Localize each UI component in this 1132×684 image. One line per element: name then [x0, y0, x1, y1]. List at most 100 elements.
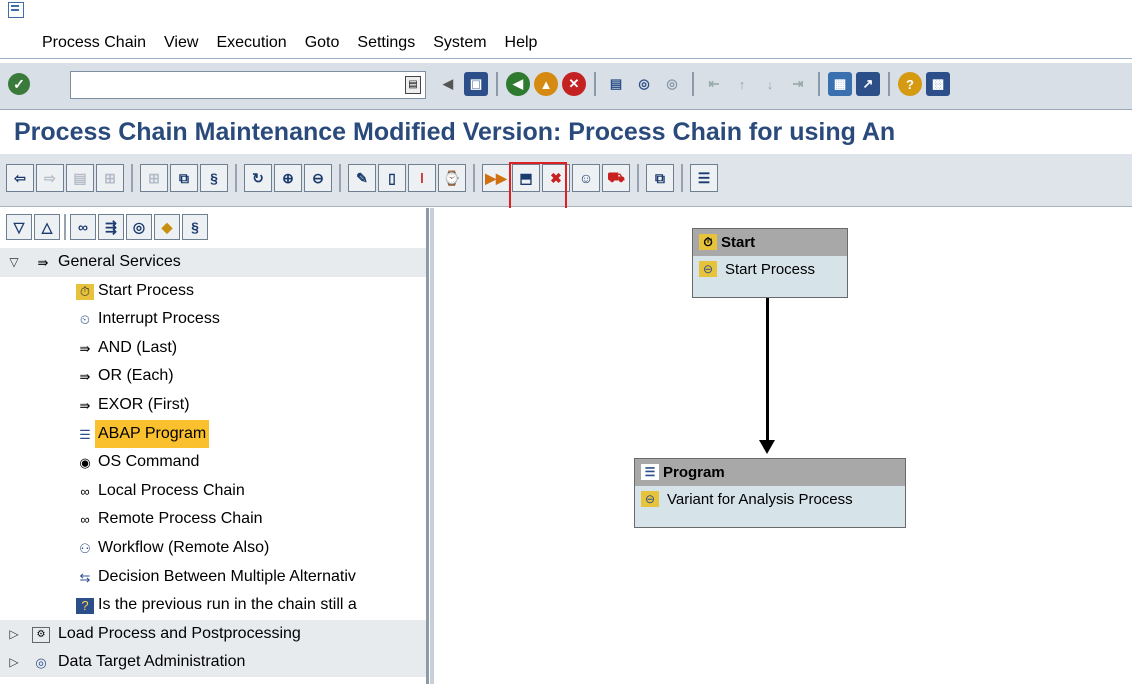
expanded-icon[interactable]: ▽	[8, 248, 20, 277]
collapsed-icon[interactable]: ▷	[8, 620, 20, 649]
tree-item[interactable]: ⇛ OR (Each)	[0, 362, 426, 391]
menu-help[interactable]: Help	[505, 34, 538, 52]
expand-all-icon[interactable]: ▽	[6, 214, 32, 240]
user-icon[interactable]: ☺	[572, 164, 600, 192]
abap-program-icon: ☰	[79, 426, 91, 442]
display-icon[interactable]: ▤	[66, 164, 94, 192]
divider	[0, 58, 1132, 59]
start-node[interactable]: ⏱ Start ⊖ Start Process	[692, 228, 848, 298]
help-icon[interactable]: ?	[898, 72, 922, 96]
last-page-icon[interactable]: ⇥	[786, 72, 810, 96]
start-process-icon: ⏱	[76, 283, 94, 300]
menu-execution[interactable]: Execution	[216, 34, 286, 52]
process-type-tree-pane: ▽ △ ∞ ⇶ ◎ ◆ § ▽ ⇛ General Services ⏱ Sta…	[0, 208, 429, 684]
transport-icon[interactable]: ⛟	[602, 164, 630, 192]
menu-process-chain[interactable]: Process Chain	[42, 34, 146, 52]
workflow-icon: ⚇	[79, 540, 91, 556]
tree-item[interactable]: ∞ Local Process Chain	[0, 477, 426, 506]
separator	[339, 164, 341, 192]
log-icon[interactable]: §	[182, 214, 208, 240]
separator	[473, 164, 475, 192]
next-page-icon[interactable]: ↓	[758, 72, 782, 96]
separator	[235, 164, 237, 192]
program-node[interactable]: ☰ Program ⊖ Variant for Analysis Process	[634, 458, 906, 528]
menu-system[interactable]: System	[433, 34, 486, 52]
infopackage-icon[interactable]: ◆	[154, 214, 180, 240]
tree-group-data-target[interactable]: ▷ ◎ Data Target Administration	[0, 648, 426, 677]
previous-page-icon[interactable]: ↑	[730, 72, 754, 96]
layout-menu-icon[interactable]: ▩	[926, 72, 950, 96]
command-field[interactable]: ▤	[70, 71, 426, 99]
abap-program-icon: ☰	[641, 464, 659, 480]
variant-icon: ⊖	[699, 261, 717, 277]
activate-icon[interactable]: ǀ	[408, 164, 436, 192]
title-bar: Process Chain Maintenance Modified Versi…	[0, 110, 1132, 152]
tree-item[interactable]: ⏲ Interrupt Process	[0, 305, 426, 334]
connector-arrowhead	[759, 440, 775, 454]
tree-group-general-services[interactable]: ▽ ⇛ General Services	[0, 248, 426, 277]
cancel-icon[interactable]: ✕	[562, 72, 586, 96]
new-session-icon[interactable]: ▦	[828, 72, 852, 96]
separator	[496, 72, 498, 96]
menu-view[interactable]: View	[164, 34, 198, 52]
forward-arrow-icon[interactable]: ⇨	[36, 164, 64, 192]
tree-item[interactable]: ⏱ Start Process	[0, 277, 426, 306]
check-icon[interactable]: ✎	[348, 164, 376, 192]
local-chain-icon: ∞	[80, 483, 90, 499]
chain-icon[interactable]: ∞	[70, 214, 96, 240]
exit-icon[interactable]: ▲	[534, 72, 558, 96]
menu-settings[interactable]: Settings	[357, 34, 415, 52]
tree-item[interactable]: ⇆ Decision Between Multiple Alternativ	[0, 563, 426, 592]
back-icon[interactable]: ◀	[506, 72, 530, 96]
start-node-body: ⊖ Start Process	[693, 256, 847, 283]
tree-item-selected[interactable]: ☰ ABAP Program	[0, 419, 426, 449]
print-icon[interactable]: ▤	[604, 72, 628, 96]
zoom-out-icon[interactable]: ⊖	[304, 164, 332, 192]
tree-item[interactable]: ⇛ EXOR (First)	[0, 391, 426, 420]
system-toolbar: ✓ ▤ ◀ ▣ ◀ ▲ ✕ ▤ ◎ ◎ ⇤ ↑ ↓ ⇥ ▦ ↗ ? ▩	[0, 62, 1132, 110]
log-icon[interactable]: §	[200, 164, 228, 192]
find-next-icon[interactable]: ◎	[660, 72, 684, 96]
shortcut-icon[interactable]: ↗	[856, 72, 880, 96]
find-icon[interactable]: ◎	[632, 72, 656, 96]
system-menu-icon[interactable]	[8, 2, 24, 18]
separator	[594, 72, 596, 96]
triangle-left-icon[interactable]: ◀	[436, 72, 460, 96]
decision-icon: ⇆	[79, 569, 91, 585]
tree-item[interactable]: ? Is the previous run in the chain still…	[0, 591, 426, 620]
process-types-icon[interactable]: ⧉	[170, 164, 198, 192]
previous-run-icon: ?	[76, 598, 94, 615]
command-history-icon[interactable]: ▤	[405, 76, 421, 94]
tree-item[interactable]: ⇛ AND (Last)	[0, 334, 426, 363]
zoom-in-icon[interactable]: ⊕	[274, 164, 302, 192]
process-types-icon[interactable]: ⇶	[98, 214, 124, 240]
separator	[64, 214, 66, 240]
general-services-icon: ⇛	[37, 255, 49, 270]
tree-group-load-process[interactable]: ▷ ⚙ Load Process and Postprocessing	[0, 619, 426, 649]
copy-icon[interactable]: ⧉	[646, 164, 674, 192]
interrupt-icon: ⏲	[79, 312, 91, 328]
save-icon[interactable]: ▣	[464, 72, 488, 96]
menu-bar: Process Chain View Execution Goto Settin…	[0, 0, 1132, 60]
document-icon[interactable]: ▯	[378, 164, 406, 192]
execute-icon[interactable]: ▶▶	[482, 164, 510, 192]
tree-item[interactable]: ◉ OS Command	[0, 448, 426, 477]
menu-goto[interactable]: Goto	[305, 34, 340, 52]
command-input[interactable]	[71, 72, 399, 96]
page-title: Process Chain Maintenance Modified Versi…	[14, 118, 896, 146]
enter-icon[interactable]: ✓	[8, 73, 30, 95]
collapsed-icon[interactable]: ▷	[8, 648, 20, 677]
tree-item[interactable]: ⚇ Workflow (Remote Also)	[0, 534, 426, 563]
refresh-icon[interactable]: ↻	[244, 164, 272, 192]
target-icon[interactable]: ◎	[126, 214, 152, 240]
collapse-all-icon[interactable]: △	[34, 214, 60, 240]
tree-icon[interactable]: ⊞	[96, 164, 124, 192]
first-page-icon[interactable]: ⇤	[702, 72, 726, 96]
tree-item[interactable]: ∞ Remote Process Chain	[0, 505, 426, 534]
overview-icon[interactable]: ⊞	[140, 164, 168, 192]
schedule-icon[interactable]: ⌚	[438, 164, 466, 192]
data-target-icon: ◎	[35, 655, 47, 671]
back-arrow-icon[interactable]: ⇦	[6, 164, 34, 192]
exor-icon: ⇛	[79, 397, 91, 413]
list-icon[interactable]: ☰	[690, 164, 718, 192]
